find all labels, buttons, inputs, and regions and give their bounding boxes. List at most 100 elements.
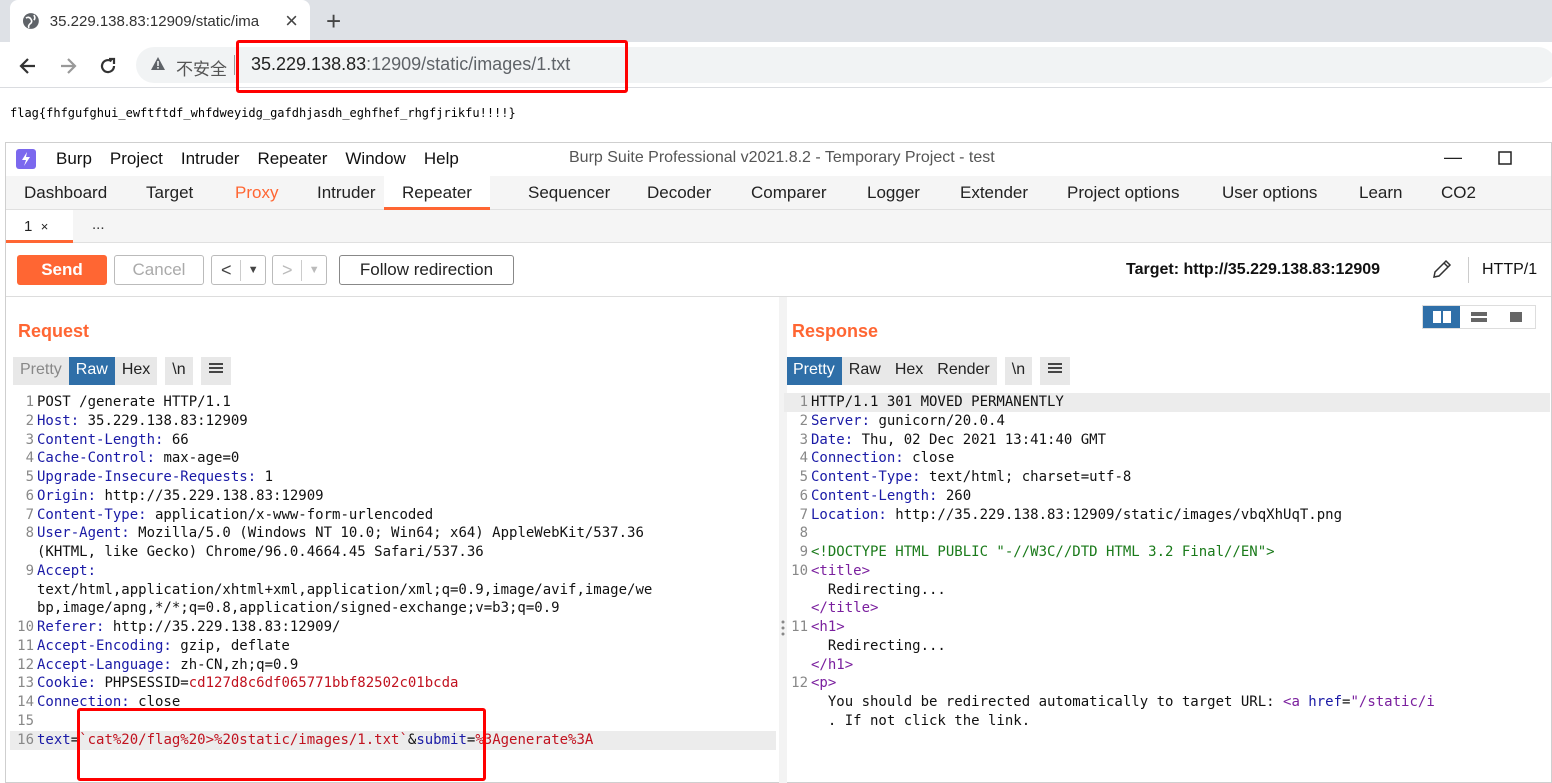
response-view-newline[interactable]: \n [1004, 357, 1033, 385]
request-view-hex[interactable]: Hex [114, 357, 158, 385]
reload-icon[interactable] [94, 52, 122, 80]
editor-line: 11 Accept-Encoding: gzip, deflate [10, 637, 776, 656]
request-title: Request [18, 321, 90, 341]
p-text: You should be redirected automatically t… [811, 694, 1284, 710]
dropdown-icon[interactable]: ▼ [241, 264, 265, 276]
header-value: bp,image/apng,*/*;q=0.8,application/sign… [37, 600, 560, 617]
repeater-tab-close-icon[interactable]: × [41, 219, 49, 234]
request-line-text: Cookie: PHPSESSID=cd127d8c6df065771bbf82… [37, 674, 458, 693]
tab-learn[interactable]: Learn [1359, 176, 1402, 210]
tab-proxy[interactable]: Proxy [235, 176, 278, 210]
insecure-label: 不安全 [176, 60, 227, 79]
burp-window: Burp Project Intruder Repeater Window Help Bu… [5, 142, 1552, 783]
header-name: Upgrade-Insecure-Requests: [37, 469, 257, 485]
response-view-raw[interactable]: Raw [841, 357, 888, 385]
dropdown-icon[interactable]: ▼ [302, 264, 326, 276]
follow-redirection-button[interactable]: Follow redirection [339, 255, 514, 285]
header-value: gunicorn/20.0.4 [870, 412, 1005, 429]
request-view-newline[interactable]: \n [165, 357, 193, 385]
editor-line: </title> [784, 599, 1550, 618]
history-forward-button[interactable]: > ▼ [272, 255, 327, 285]
menu-item-window[interactable]: Window [345, 149, 405, 169]
cancel-button[interactable]: Cancel [114, 255, 204, 285]
response-html-line: <h1> [811, 618, 845, 637]
editor-line: 6 Origin: http://35.229.138.83:12909 [10, 487, 776, 506]
tab-project-options[interactable]: Project options [1067, 176, 1179, 210]
editor-line: 7 Content-Type: application/x-www-form-ur… [10, 506, 776, 525]
browser-tab-title: 35.229.138.83:12909/static/ima [49, 12, 260, 30]
editor-line: text/html,application/xhtml+xml,applicat… [10, 581, 776, 600]
menu-item-burp[interactable]: Burp [56, 149, 92, 169]
tab-close-icon[interactable]: × [285, 10, 298, 32]
browser-toolbar: 不安全 35.229.138.83:12909/static/images/1.… [0, 42, 1552, 88]
editor-line: 3 Content-Length: 66 [10, 431, 776, 450]
response-view-tabs: Pretty Raw Hex Render \n [786, 357, 1071, 385]
header-name: Connection: [811, 450, 904, 467]
repeater-tab-new[interactable]: ... [92, 216, 105, 233]
line-number: 1 [25, 394, 34, 410]
tab-comparer[interactable]: Comparer [751, 176, 827, 210]
editor-line: . If not click the link. [784, 712, 1550, 731]
request-menu-icon[interactable] [200, 357, 231, 385]
response-menu-icon[interactable] [1040, 357, 1071, 385]
repeater-actionbar: Send Cancel < ▼ > ▼ Follow redirection Tar… [6, 243, 1551, 297]
request-view-pretty[interactable]: Pretty [13, 357, 69, 385]
layout-side-by-side-button[interactable] [1423, 306, 1461, 328]
response-html-line: You should be redirected automatically t… [811, 693, 1435, 712]
tab-sequencer[interactable]: Sequencer [528, 176, 610, 210]
request-line-text: Content-Length: 66 [37, 431, 189, 450]
editor-line: (KHTML, like Gecko) Chrome/96.0.4664.45 … [10, 543, 776, 562]
header-name: Content-Type: [811, 469, 921, 485]
menu-item-intruder[interactable]: Intruder [181, 149, 240, 169]
response-line-text: Content-Type: text/html; charset=utf-8 [811, 468, 1131, 487]
header-name: Content-Type: [37, 506, 147, 523]
minimize-icon[interactable]: — [1444, 147, 1462, 168]
line-number: 11 [17, 637, 34, 654]
header-name: Accept-Encoding: [37, 637, 172, 654]
tab-extender[interactable]: Extender [960, 176, 1028, 210]
tab-target[interactable]: Target [146, 176, 193, 210]
history-back-button[interactable]: < ▼ [211, 255, 266, 285]
tab-user-options[interactable]: User options [1222, 176, 1317, 210]
back-icon[interactable] [14, 52, 42, 80]
response-line-text: Connection: close [811, 449, 954, 468]
editor-line: 1 HTTP/1.1 301 MOVED PERMANENTLY [784, 393, 1550, 412]
request-line-text: Accept-Encoding: gzip, deflate [37, 637, 290, 656]
maximize-icon[interactable] [1498, 149, 1512, 170]
doctype: <!DOCTYPE HTML PUBLIC "-//W3C//DTD HTML … [811, 544, 1275, 560]
send-button[interactable]: Send [17, 255, 107, 285]
response-view-hex[interactable]: Hex [887, 357, 931, 385]
request-view-raw[interactable]: Raw [68, 357, 115, 385]
forward-icon[interactable] [54, 52, 82, 80]
tab-co2[interactable]: CO2 [1441, 176, 1476, 210]
layout-single-button[interactable] [1498, 306, 1535, 328]
tab-dashboard[interactable]: Dashboard [24, 176, 107, 210]
tab-decoder[interactable]: Decoder [647, 176, 711, 210]
layout-stacked-button[interactable] [1460, 306, 1497, 328]
menu-item-help[interactable]: Help [424, 149, 459, 169]
header-value: PHPSESSID= [96, 675, 189, 692]
response-html-line: <title> [811, 562, 870, 581]
editor-line: 12 <p> [784, 674, 1550, 693]
menu-item-project[interactable]: Project [110, 149, 163, 169]
tab-repeater[interactable]: Repeater [384, 176, 490, 210]
response-view-pretty[interactable]: Pretty [786, 357, 842, 385]
new-tab-icon[interactable]: + [326, 8, 341, 34]
response-line-text: Server: gunicorn/20.0.4 [811, 412, 1005, 431]
tab-logger[interactable]: Logger [867, 176, 920, 210]
tab-intruder[interactable]: Intruder [317, 176, 376, 210]
protocol-selector[interactable]: HTTP/1 [1482, 261, 1537, 279]
repeater-tab-1[interactable]: 1 × [6, 210, 73, 243]
menu-item-repeater[interactable]: Repeater [257, 149, 327, 169]
page-text: flag{fhfgufghui_ewftftdf_whfdweyidg_gafd… [10, 106, 516, 120]
header-name: Origin: [37, 487, 97, 504]
browser-tab[interactable]: 35.229.138.83:12909/static/ima × [10, 0, 310, 42]
line-number: 8 [25, 525, 34, 542]
editor-line: 3 Date: Thu, 02 Dec 2021 13:41:40 GMT [784, 431, 1550, 450]
body-param-text: text [37, 731, 71, 748]
response-html-line: </h1> [811, 656, 853, 675]
editor-line: 11 <h1> [784, 618, 1550, 637]
edit-target-icon[interactable] [1430, 257, 1454, 281]
response-editor[interactable]: 1 HTTP/1.1 301 MOVED PERMANENTLY 2 Server: … [784, 393, 1550, 783]
response-view-render[interactable]: Render [930, 357, 997, 385]
